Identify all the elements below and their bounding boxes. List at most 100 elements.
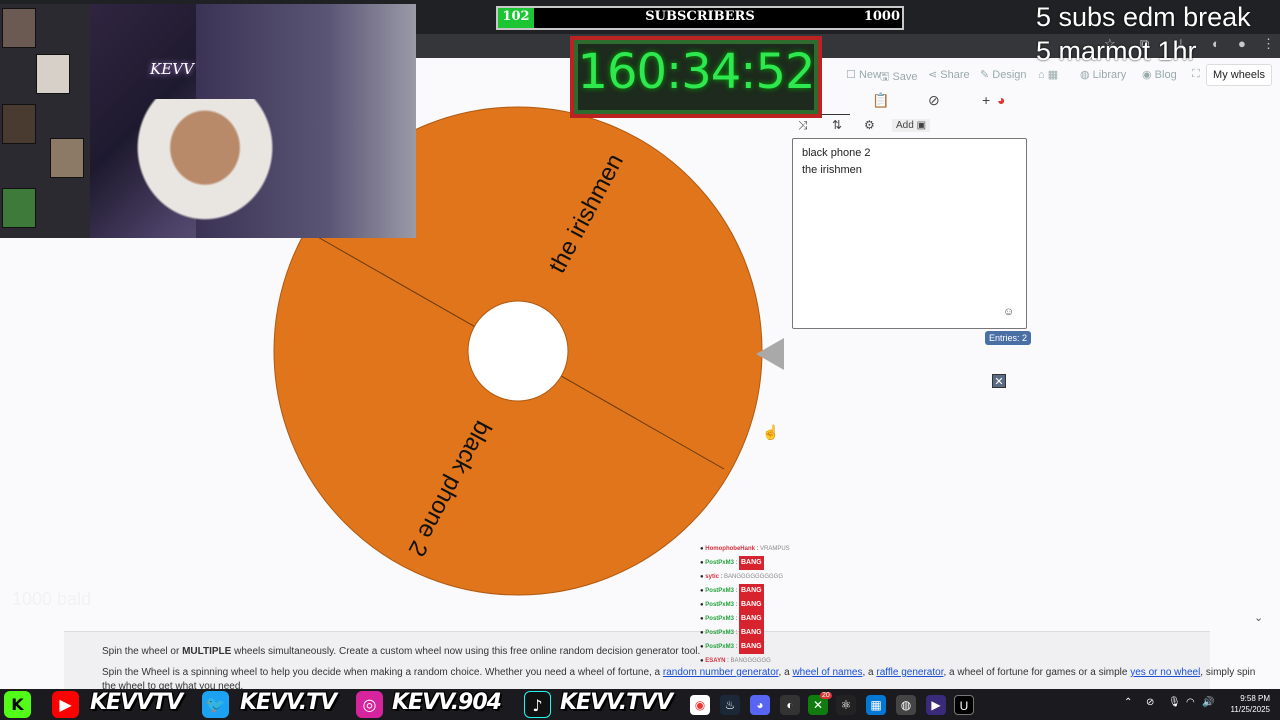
text: , a wheel of fortune for games or a simp… bbox=[943, 667, 1131, 678]
tray-chevron-icon[interactable]: ⌃ bbox=[1124, 697, 1132, 708]
chat-emote: BANG bbox=[739, 640, 764, 654]
subscriber-count: 102 bbox=[502, 9, 530, 24]
chat-username: PostPxM3 bbox=[705, 602, 734, 608]
blog-label: Blog bbox=[1154, 69, 1177, 81]
goal-list-item: 1000 bald bbox=[12, 589, 92, 609]
chat-message: ● PostPxM3 : BANG bbox=[700, 612, 840, 626]
new-button[interactable]: ☐ New bbox=[846, 68, 881, 81]
chat-overlay: ● HomophobeHank : VRAMPUS ● PostPxM3 : B… bbox=[700, 542, 840, 668]
close-icon[interactable]: ✕ bbox=[992, 374, 1006, 388]
chrome-taskbar-icon[interactable]: ◉ bbox=[690, 695, 710, 715]
chat-message: ● PostPxM3 : BANG bbox=[700, 640, 840, 654]
collage-strip bbox=[0, 4, 90, 238]
tiktok-handle: KEVV.TVV bbox=[560, 690, 673, 715]
text: Spin the Wheel is a spinning wheel to he… bbox=[102, 667, 663, 678]
clipboard-icon[interactable]: 📋 bbox=[872, 92, 889, 109]
collage-photo bbox=[36, 54, 70, 94]
collage-photo bbox=[2, 104, 36, 144]
kick-icon: K bbox=[4, 691, 31, 718]
volume-icon[interactable]: 🔊 bbox=[1202, 697, 1214, 708]
wifi-icon[interactable]: ◠ bbox=[1186, 697, 1195, 708]
random-number-generator-link[interactable]: random number generator bbox=[663, 667, 779, 678]
chat-emote: BANG bbox=[739, 584, 764, 598]
entries-count-badge: Entries: 2 bbox=[985, 331, 1032, 345]
wheel-of-names-link[interactable]: wheel of names bbox=[792, 667, 862, 678]
clock-date: 11/25/2025 bbox=[1230, 705, 1270, 714]
goal-list-item bbox=[12, 451, 392, 478]
hide-icon[interactable]: ⊘ bbox=[928, 92, 940, 109]
yes-or-no-wheel-link[interactable]: yes or no wheel bbox=[1130, 667, 1200, 678]
chat-username: PostPxM3 bbox=[705, 644, 734, 650]
chat-username: sytic bbox=[705, 574, 719, 580]
twitter-icon: 🐦 bbox=[202, 691, 229, 718]
chat-message: ● HomophobeHank : VRAMPUS bbox=[700, 546, 790, 552]
entries-textarea[interactable]: black phone 2 the irishmen bbox=[792, 138, 1027, 329]
save-label: Save bbox=[892, 71, 918, 83]
shuffle-icon[interactable]: ⤨ bbox=[798, 118, 808, 133]
goal-list-item bbox=[12, 478, 392, 505]
share-icon: ⋖ bbox=[928, 69, 938, 81]
subscriber-goal-target: 1000 bbox=[863, 9, 900, 24]
description-line-1: Spin the wheel or MULTIPLE wheels simult… bbox=[102, 646, 700, 657]
library-button[interactable]: ◍ Library bbox=[1080, 68, 1126, 81]
chat-emote: BANG bbox=[739, 556, 764, 570]
blog-button[interactable]: ◉ Blog bbox=[1142, 68, 1177, 81]
react-taskbar-icon[interactable]: ⚛ bbox=[836, 695, 856, 715]
goal-list-item bbox=[12, 262, 392, 289]
globe-icon: ◍ bbox=[1080, 69, 1090, 81]
language-button[interactable]: ⌂ ▦ bbox=[1038, 68, 1058, 81]
chat-emote: BANG bbox=[739, 598, 764, 612]
chat-message: ● PostPxM3 : BANG bbox=[700, 598, 840, 612]
palette-icon: ◉ bbox=[1142, 69, 1152, 81]
microphone-icon[interactable]: 🎙 bbox=[1168, 697, 1181, 708]
chat-emote: BANG bbox=[739, 626, 764, 640]
streamer-image bbox=[120, 99, 290, 238]
design-button[interactable]: ✎ Design bbox=[980, 68, 1027, 81]
steam-taskbar-icon[interactable]: ♨ bbox=[720, 695, 740, 715]
text: , simply spin bbox=[1200, 667, 1256, 678]
obs-taskbar-icon[interactable]: ◍ bbox=[896, 695, 916, 715]
goal-list-item bbox=[12, 424, 392, 451]
share-button[interactable]: ⋖ Share bbox=[928, 68, 970, 81]
file-explorer-icon[interactable]: ▦ bbox=[866, 695, 886, 715]
wheel-center-hole[interactable] bbox=[467, 300, 569, 402]
collage-photo bbox=[2, 8, 36, 48]
chat-message: ● PostPxM3 : BANG bbox=[700, 626, 840, 640]
save-button[interactable]: 🖫 Save bbox=[880, 68, 918, 87]
notification-badge: 20 bbox=[820, 692, 832, 699]
description-line-2: Spin the Wheel is a spinning wheel to he… bbox=[102, 667, 1255, 678]
media-player-icon[interactable]: ▶ bbox=[926, 695, 946, 715]
chat-message: ● PostPxM3 : BANG bbox=[700, 584, 840, 598]
emoji-icon[interactable]: ☺ bbox=[1003, 306, 1014, 318]
goal-list-item bbox=[12, 505, 392, 532]
goal-list-item bbox=[12, 397, 392, 424]
new-icon: ☐ bbox=[846, 69, 856, 81]
uk-flag-icon: ▦ bbox=[1047, 69, 1059, 81]
system-clock[interactable]: 9:58 PM 11/25/2025 bbox=[1218, 693, 1270, 715]
color-wheel-icon[interactable]: ◕ bbox=[997, 92, 1005, 108]
goals-overlay: 5 subs edm break 5 marmot 1hr bbox=[1036, 0, 1280, 68]
add-image-button[interactable]: Add ▣ bbox=[892, 119, 931, 132]
unreal-taskbar-icon[interactable]: U bbox=[954, 695, 974, 715]
discord-taskbar-icon[interactable]: ◕ bbox=[750, 695, 770, 715]
goal-list-overlay: 1000 bald bbox=[12, 262, 392, 613]
chevron-down-icon[interactable]: ⌄ bbox=[1254, 611, 1263, 624]
chat-username: PostPxM3 bbox=[705, 616, 734, 622]
instagram-icon: ◎ bbox=[356, 691, 383, 718]
chat-emote: BANG bbox=[739, 612, 764, 626]
neon-sign: KEVV bbox=[150, 60, 194, 78]
add-plus-icon[interactable]: + bbox=[982, 92, 990, 108]
chat-message: ● ESAYN : BANGGGGGG bbox=[700, 658, 771, 664]
instagram-handle: KEVV.904 bbox=[392, 690, 502, 715]
epic-taskbar-icon[interactable]: ◐ bbox=[780, 695, 800, 715]
chat-text: VRAMPUS bbox=[759, 546, 790, 552]
raffle-generator-link[interactable]: raffle generator bbox=[876, 667, 943, 678]
settings-icon[interactable]: ⚙ bbox=[864, 118, 875, 132]
tray-app-icon[interactable]: ⊘ bbox=[1146, 697, 1154, 708]
chat-username: PostPxM3 bbox=[705, 588, 734, 594]
fullscreen-button[interactable]: ⛶ bbox=[1192, 68, 1200, 81]
text: , a bbox=[862, 667, 877, 678]
clock-time: 9:58 PM bbox=[1240, 694, 1270, 703]
wheel-pointer bbox=[756, 338, 784, 370]
sort-icon[interactable]: ⇅ bbox=[832, 118, 842, 132]
